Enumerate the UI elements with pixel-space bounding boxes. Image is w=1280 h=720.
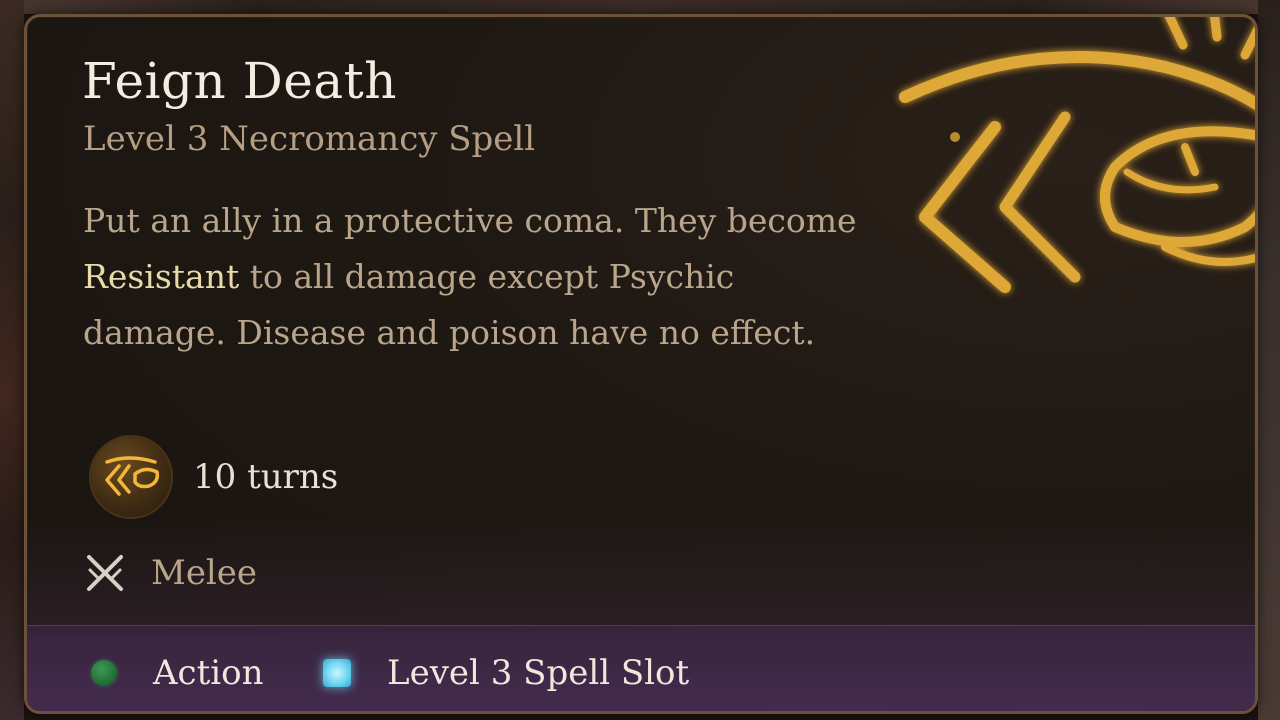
cost-spell-slot-label: Level 3 Spell Slot xyxy=(387,653,690,693)
cost-spell-slot: Level 3 Spell Slot xyxy=(323,648,689,698)
feign-death-rune-icon xyxy=(91,437,171,517)
spell-description: Put an ally in a protective coma. They b… xyxy=(83,193,883,361)
background-left-column xyxy=(0,0,24,720)
crossed-swords-icon xyxy=(83,551,127,595)
feign-death-rune-icon xyxy=(899,17,1255,293)
range-text: Melee xyxy=(151,553,258,593)
keyword-resistant[interactable]: Resistant xyxy=(83,257,239,296)
swords-glyph-icon xyxy=(87,555,123,591)
range-row: Melee xyxy=(83,545,257,601)
duration-row: 10 turns xyxy=(91,437,338,517)
duration-text: 10 turns xyxy=(193,457,339,497)
resource-cost-bar: Action Level 3 Spell Slot xyxy=(27,625,1255,711)
background-top-strip xyxy=(0,0,1280,14)
spell-slot-square-icon xyxy=(323,659,351,687)
rune-glyph-icon xyxy=(105,456,160,496)
spell-title: Feign Death xyxy=(82,52,397,110)
spell-subtitle: Level 3 Necromancy Spell xyxy=(83,119,536,159)
description-text: Put an ally in a protective coma. They b… xyxy=(83,201,857,240)
action-dot-icon xyxy=(91,660,117,686)
background-right-column xyxy=(1258,0,1280,720)
spell-tooltip: Feign Death Level 3 Necromancy Spell Put… xyxy=(24,14,1258,714)
cost-action: Action xyxy=(91,648,264,698)
cost-action-label: Action xyxy=(153,653,264,693)
